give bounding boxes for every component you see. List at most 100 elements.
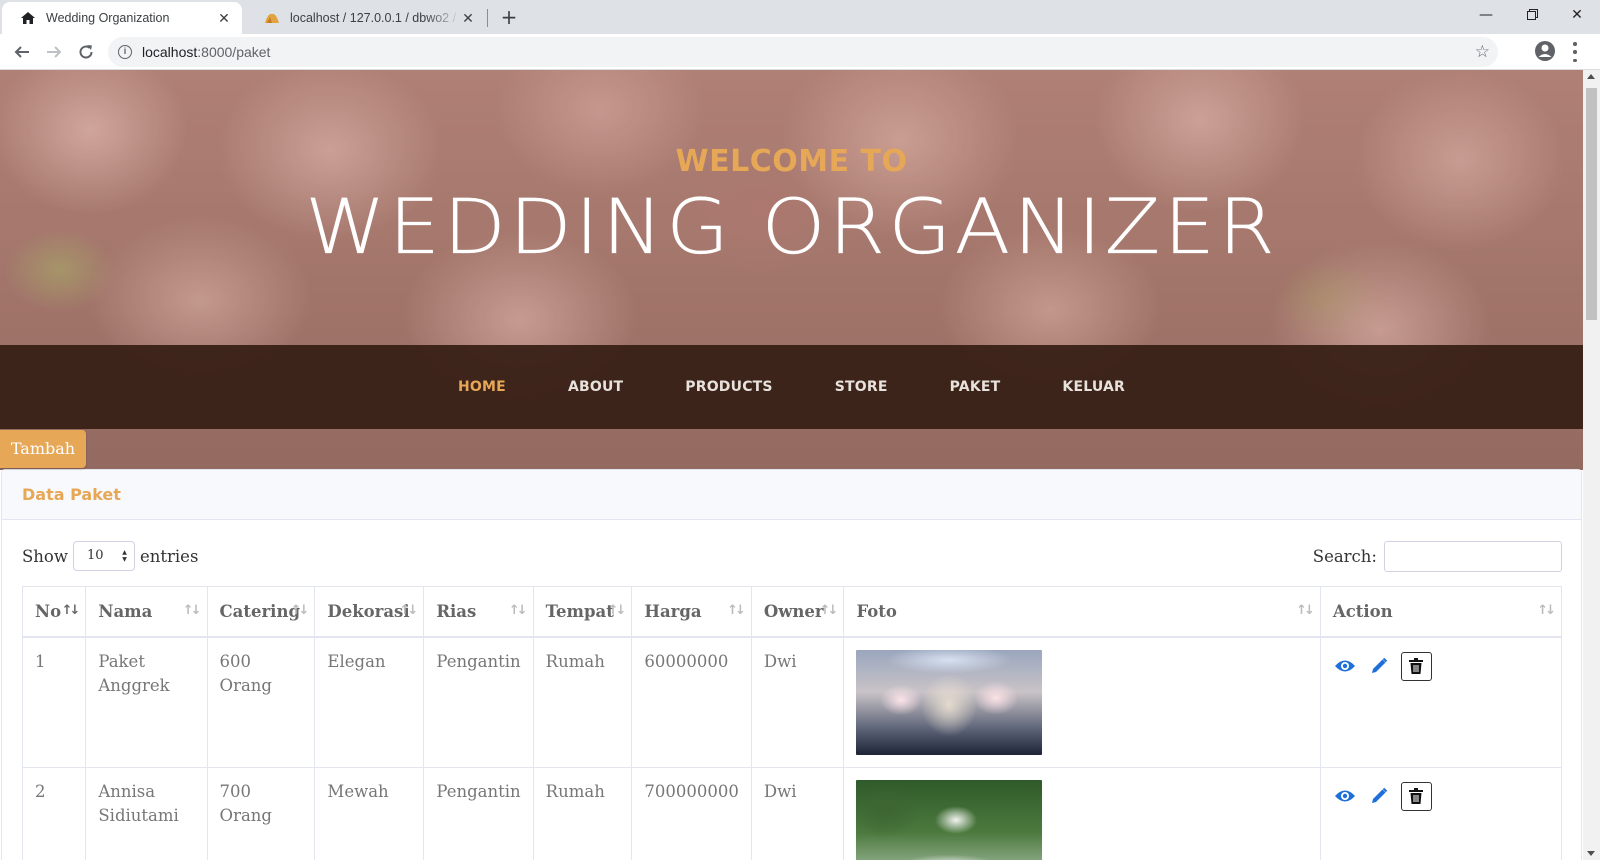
cell-dekorasi: Mewah: [314, 766, 425, 860]
cell-owner: Dwi: [750, 636, 845, 768]
column-header-harga[interactable]: Harga ↑↓: [631, 586, 752, 638]
cell-action: [1319, 766, 1563, 860]
cell-action: [1319, 636, 1563, 768]
cell-harga: 700000000: [631, 766, 752, 860]
search-input[interactable]: [1384, 540, 1562, 572]
close-window-button[interactable]: ✕: [1554, 0, 1600, 30]
delete-trash-icon[interactable]: [1400, 781, 1432, 811]
home-icon: [20, 10, 36, 26]
sort-icon: ↑↓: [182, 603, 202, 618]
table-header-row: No ↑↓ Nama ↑↓ Catering ↑↓ Dekorasi ↑↓ Rias ↑↓…: [21, 586, 1563, 638]
scrollbar-thumb[interactable]: [1586, 88, 1597, 320]
cell-rias: Pengantin: [423, 636, 534, 768]
column-header-dekorasi[interactable]: Dekorasi ↑↓: [314, 586, 425, 638]
nav-home[interactable]: HOME: [458, 379, 506, 395]
nav-store[interactable]: STORE: [835, 379, 888, 395]
url-bar[interactable]: i localhost:8000/paket ☆: [108, 37, 1498, 67]
cell-foto: [843, 636, 1321, 768]
search-label: Search:: [1312, 546, 1377, 566]
cell-owner: Dwi: [750, 766, 845, 860]
datatable-controls: Show 10 entries Search:: [22, 540, 1562, 572]
browser-menu-icon[interactable]: [1572, 42, 1578, 62]
browser-tab-inactive[interactable]: localhost / 127.0.0.1 / dbwo2 / cu ✕: [246, 2, 486, 34]
column-header-foto[interactable]: Foto ↑↓: [843, 586, 1321, 638]
bookmark-star-icon[interactable]: ☆: [1475, 42, 1490, 62]
card-title: Data Paket: [2, 470, 1581, 520]
sort-icon: ↑↓: [508, 603, 528, 618]
forward-arrow-icon[interactable]: [40, 38, 68, 66]
close-tab-icon[interactable]: ✕: [460, 10, 476, 26]
sort-icon: ↑↓: [1537, 603, 1556, 618]
close-tab-icon[interactable]: ✕: [216, 10, 232, 26]
hero-title: WEDDING ORGANIZER: [305, 182, 1278, 271]
data-paket-card: Data Paket Show 10 entries Search: No↑↓: [1, 469, 1582, 860]
column-header-tempat[interactable]: Tempat ↑↓: [532, 586, 633, 638]
tab-title: Wedding Organization: [46, 11, 170, 25]
tab-separator: [487, 9, 488, 27]
nav-keluar[interactable]: KELUAR: [1062, 379, 1125, 395]
info-icon[interactable]: i: [118, 45, 132, 59]
tambah-button[interactable]: Tambah: [0, 430, 86, 468]
restore-button[interactable]: [1509, 0, 1555, 30]
sort-icon: ↑↓: [399, 603, 419, 618]
url-path: :8000/paket: [197, 44, 271, 60]
entries-length-control: Show 10 entries: [22, 540, 198, 572]
sort-icon: ↑↓: [1296, 603, 1315, 618]
tab-title: localhost / 127.0.0.1 / dbwo2 / cu: [290, 11, 460, 25]
scroll-down-arrow-icon[interactable]: [1587, 851, 1595, 856]
search-control: Search:: [1313, 540, 1562, 572]
column-header-action[interactable]: Action ↑↓: [1319, 586, 1563, 638]
edit-pencil-icon[interactable]: [1367, 784, 1391, 808]
table-row: 1 Paket Anggrek 600 Orang Elegan Pengant…: [21, 636, 1563, 768]
page-scrollbar[interactable]: [1583, 70, 1600, 860]
cell-tempat: Rumah: [532, 766, 633, 860]
url-host: localhost: [142, 44, 198, 60]
browser-tab-active[interactable]: Wedding Organization ✕: [2, 2, 242, 34]
sort-icon: ↑↓: [607, 603, 627, 618]
cell-tempat: Rumah: [532, 636, 633, 768]
cell-dekorasi: Elegan: [314, 636, 425, 768]
column-header-owner[interactable]: Owner ↑↓: [750, 586, 845, 638]
entries-value: 10: [87, 548, 104, 563]
entries-label: entries: [140, 546, 199, 566]
column-header-catering[interactable]: Catering ↑↓: [206, 586, 316, 638]
cell-foto: [843, 766, 1321, 860]
view-eye-icon[interactable]: [1333, 784, 1357, 808]
cell-catering: 700 Orang: [206, 766, 316, 860]
reload-icon[interactable]: [72, 38, 100, 66]
table-row: 2 Annisa Sidiutami 700 Orang Mewah Penga…: [21, 766, 1563, 860]
nav-paket[interactable]: PAKET: [950, 379, 1001, 395]
column-header-rias[interactable]: Rias ↑↓: [423, 586, 534, 638]
cell-nama: Paket Anggrek: [85, 636, 208, 768]
cell-harga: 60000000: [631, 636, 752, 768]
entries-select[interactable]: 10: [73, 541, 135, 571]
back-arrow-icon[interactable]: [8, 38, 36, 66]
cell-no: 1: [21, 636, 87, 768]
paket-photo: [856, 649, 1043, 755]
cell-no: 2: [21, 766, 87, 860]
delete-trash-icon[interactable]: [1400, 651, 1432, 681]
sort-icon: ↑↓: [819, 603, 839, 618]
main-navigation: HOME ABOUT PRODUCTS STORE PAKET KELUAR: [0, 345, 1583, 429]
profile-icon[interactable]: [1534, 40, 1558, 64]
cell-nama: Annisa Sidiutami: [85, 766, 208, 860]
sort-icon: ↑↓: [727, 603, 746, 618]
nav-about[interactable]: ABOUT: [568, 379, 623, 395]
phpmyadmin-icon: [264, 10, 280, 26]
nav-products[interactable]: PRODUCTS: [685, 379, 772, 395]
column-header-no[interactable]: No ↑↓: [21, 586, 87, 638]
page-viewport: WELCOME TO WEDDING ORGANIZER HOME ABOUT …: [0, 70, 1583, 860]
edit-pencil-icon[interactable]: [1367, 654, 1391, 678]
browser-tab-bar: Wedding Organization ✕ localhost / 127.0…: [0, 0, 1600, 34]
minimize-button[interactable]: —: [1463, 0, 1509, 30]
sort-icon: ↑↓: [290, 603, 310, 618]
scroll-up-arrow-icon[interactable]: [1587, 74, 1595, 79]
paket-table: No ↑↓ Nama ↑↓ Catering ↑↓ Dekorasi ↑↓ Rias ↑↓…: [21, 586, 1563, 860]
browser-toolbar: i localhost:8000/paket ☆: [0, 34, 1600, 70]
new-tab-button[interactable]: +: [496, 4, 522, 30]
column-header-nama[interactable]: Nama ↑↓: [85, 586, 208, 638]
paket-photo: [856, 779, 1043, 860]
hero-welcome: WELCOME TO: [675, 144, 908, 179]
view-eye-icon[interactable]: [1333, 654, 1357, 678]
sort-asc-icon: ↑↓: [61, 603, 81, 618]
